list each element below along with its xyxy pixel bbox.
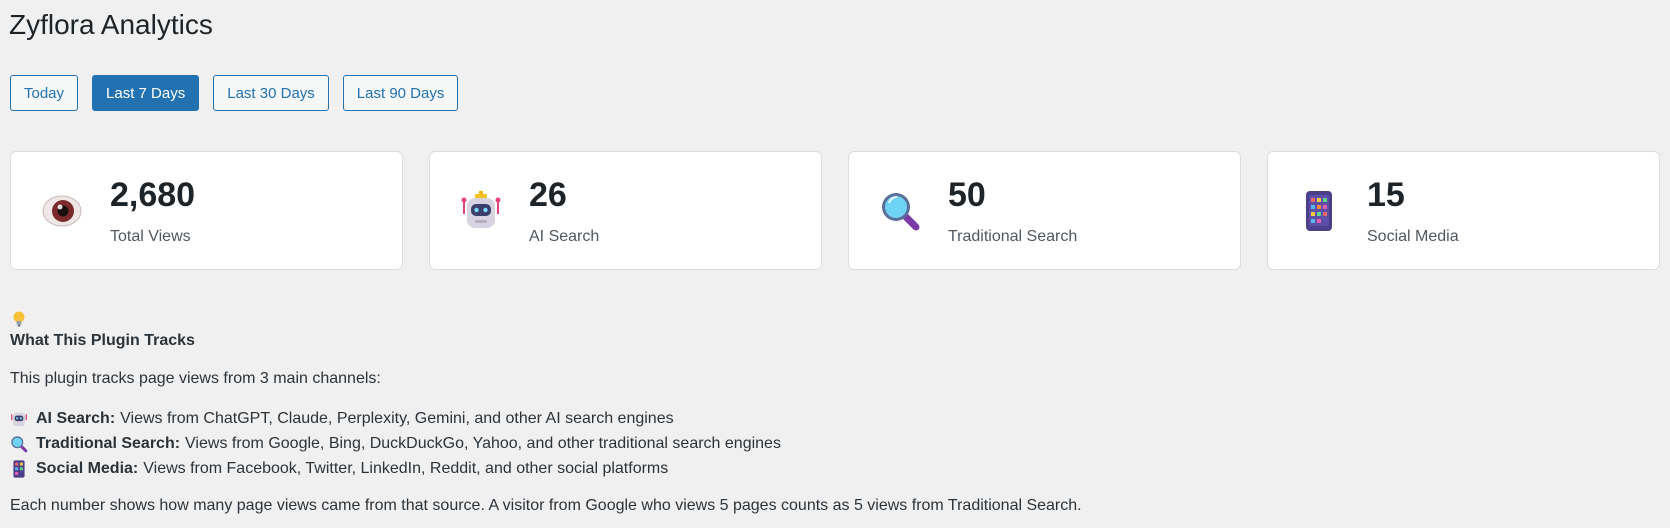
traditional-search-value: 50 [948,176,986,214]
total-views-value: 2,680 [110,176,196,214]
list-item: AI Search: Views from ChatGPT, Claude, P… [10,406,1610,431]
social-media-value: 15 [1367,176,1405,214]
ai-search-label: AI Search [529,228,600,245]
stat-card-total-views: 2,680 Total Views [10,151,403,270]
robot-icon [11,412,27,426]
info-footer: Each number shows how many page views ca… [10,497,1082,514]
page-title: Zyflora Analytics [9,9,213,40]
list-item: Social Media: Views from Facebook, Twitt… [10,456,1610,481]
stat-card-traditional-search: 50 Traditional Search [848,151,1241,270]
social-media-item-desc: Views from Facebook, Twitter, LinkedIn, … [143,460,669,477]
total-views-label: Total Views [110,228,191,245]
filter-today-button[interactable]: Today [10,75,79,111]
social-media-item-name: Social Media: [36,460,139,477]
mobile-phone-icon [1306,191,1332,231]
filter-last-7-days-button[interactable]: Last 7 Days [92,75,200,111]
filter-last-90-days-button[interactable]: Last 90 Days [342,75,459,111]
lightbulb-icon [13,311,25,327]
magnifier-icon [11,435,28,452]
ai-search-item-name: AI Search: [36,410,116,427]
filter-last-30-days-button[interactable]: Last 30 Days [213,75,329,111]
ai-search-value: 26 [529,176,567,214]
info-section: What This Plugin Tracks This plugin trac… [10,310,1610,515]
stats-cards: 2,680 Total Views 26 AI Search 50 Tradit… [10,151,1660,270]
traditional-search-label: Traditional Search [948,228,1078,245]
ai-search-item-desc: Views from ChatGPT, Claude, Perplexity, … [120,410,674,427]
traditional-search-item-desc: Views from Google, Bing, DuckDuckGo, Yah… [185,435,781,452]
social-media-label: Social Media [1367,228,1459,245]
date-range-filters: Today Last 7 Days Last 30 Days Last 90 D… [10,75,459,111]
mobile-phone-icon [13,459,25,478]
info-intro: This plugin tracks page views from 3 mai… [10,370,381,387]
list-item: Traditional Search: Views from Google, B… [10,431,1610,456]
stat-card-ai-search: 26 AI Search [429,151,822,270]
stat-card-social-media: 15 Social Media [1267,151,1660,270]
magnifier-icon [882,193,920,231]
robot-icon [461,191,501,228]
traditional-search-item-name: Traditional Search: [36,435,181,452]
info-heading: What This Plugin Tracks [10,332,195,349]
eye-icon [42,195,82,227]
channel-list: AI Search: Views from ChatGPT, Claude, P… [10,406,1610,481]
